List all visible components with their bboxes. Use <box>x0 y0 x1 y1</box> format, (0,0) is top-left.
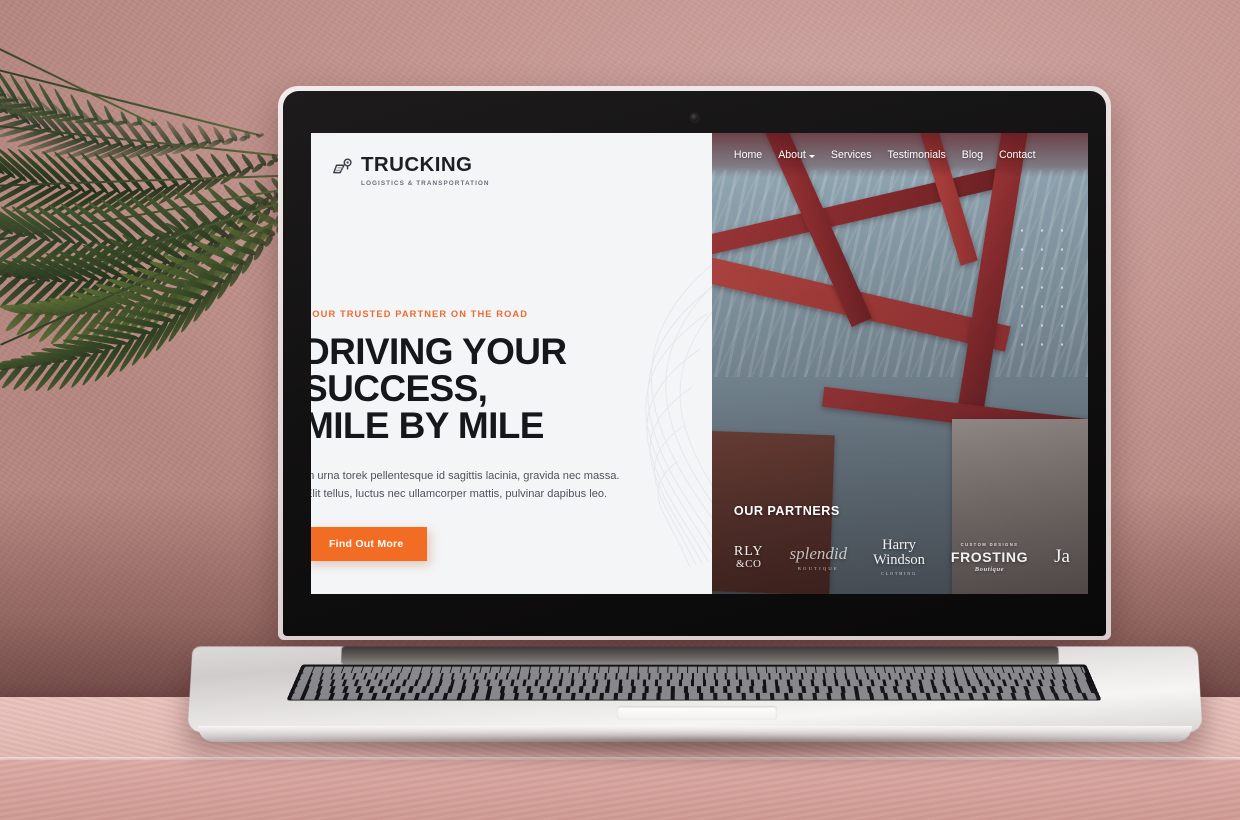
brand-name: TRUCKING <box>361 153 473 176</box>
frond-leaflet <box>130 120 140 127</box>
page-title: DRIVING YOUR SUCCESS, MILE BY MILE <box>311 331 567 446</box>
nav-item-testimonials[interactable]: Testimonials <box>888 149 946 161</box>
hero-right-photo-panel: Home About Services Testimonials Blog Contact… <box>711 133 1088 594</box>
nav-item-label: Blog <box>961 149 983 161</box>
hero-left-panel: TRUCKING LOGISTICS & TRANSPORTATION YOUR… <box>311 133 712 594</box>
mockup-scene: TRUCKING LOGISTICS & TRANSPORTATION YOUR… <box>0 0 1240 820</box>
screen-bezel: TRUCKING LOGISTICS & TRANSPORTATION YOUR… <box>283 91 1106 636</box>
website-viewport: TRUCKING LOGISTICS & TRANSPORTATION YOUR… <box>311 133 1088 594</box>
brand-tagline: LOGISTICS & TRANSPORTATION <box>361 179 490 187</box>
partner-logo-rly-and-co[interactable]: RLY &CO <box>733 543 764 570</box>
partners-title: OUR PARTNERS <box>733 504 840 519</box>
laptop-lid: TRUCKING LOGISTICS & TRANSPORTATION YOUR… <box>278 86 1111 640</box>
partner-frosting-line2: FROSTING <box>950 548 1029 565</box>
nav-item-contact[interactable]: Contact <box>999 149 1036 161</box>
nav-item-home[interactable]: Home <box>734 149 762 161</box>
laptop-base <box>187 634 1203 766</box>
partner-splendid-line2: BOUTIQUE <box>797 565 839 571</box>
partner-harry-line3: CLOTHING <box>881 570 917 576</box>
partner-frosting-line1: CUSTOM DESIGNS <box>960 541 1019 547</box>
partner-logo-splendid[interactable]: splendid BOUTIQUE <box>790 544 848 571</box>
partner-rly-line1: RLY <box>733 543 764 559</box>
chevron-down-icon <box>808 154 815 158</box>
webcam-icon <box>691 114 698 121</box>
main-navigation: Home About Services Testimonials Blog Contact <box>711 133 1088 177</box>
partner-harry-line2: Windson <box>873 552 925 569</box>
base-drop-shadow <box>200 738 1190 764</box>
frond-leaflet <box>111 119 126 127</box>
truck-route-pin-icon <box>333 158 352 174</box>
laptop-screen: TRUCKING LOGISTICS & TRANSPORTATION YOUR… <box>311 133 1088 594</box>
hero-eyebrow: YOUR TRUSTED PARTNER ON THE ROAD <box>311 309 529 319</box>
hero-description: In urna torek pellentesque id sagittis l… <box>311 470 620 501</box>
hero-content: YOUR TRUSTED PARTNER ON THE ROAD DRIVING… <box>311 309 712 562</box>
nav-item-services[interactable]: Services <box>831 149 872 161</box>
trackpad[interactable] <box>616 705 778 720</box>
site-logo[interactable]: TRUCKING LOGISTICS & TRANSPORTATION <box>332 153 490 187</box>
partner-harry-line1: Harry <box>882 537 916 554</box>
nav-item-label: Testimonials <box>887 149 946 161</box>
partner-logo-row: RLY &CO splendid BOUTIQUE Harry Windson … <box>734 538 1088 576</box>
partner-splendid-line1: splendid <box>789 543 848 563</box>
partner-logo-ja[interactable]: Ja <box>1054 546 1070 568</box>
brand-text-block: TRUCKING LOGISTICS & TRANSPORTATION <box>361 153 490 187</box>
laptop-hinge <box>341 646 1059 665</box>
laptop: TRUCKING LOGISTICS & TRANSPORTATION YOUR… <box>187 86 1203 766</box>
nav-item-blog[interactable]: Blog <box>962 149 983 161</box>
keyboard-row <box>290 692 1098 700</box>
nav-item-label: About <box>778 149 806 161</box>
partner-logo-harry-windson[interactable]: Harry Windson CLOTHING <box>873 538 925 576</box>
table-front-edge <box>0 760 1240 820</box>
keyboard-row <box>293 686 1095 693</box>
partner-logo-frosting[interactable]: CUSTOM DESIGNS FROSTING Boutique <box>951 542 1028 573</box>
find-out-more-button[interactable]: Find Out More <box>311 527 428 562</box>
partner-frosting-line3: Boutique <box>974 565 1005 573</box>
partners-section: OUR PARTNERS RLY &CO splendid BOUTIQUE H… <box>734 504 1088 576</box>
nav-item-label: Home <box>733 149 763 161</box>
nav-item-label: Services <box>830 149 872 161</box>
nav-item-about[interactable]: About <box>778 149 815 161</box>
nav-item-label: Contact <box>999 149 1036 161</box>
base-body <box>187 646 1203 732</box>
partner-rly-line2: &CO <box>736 557 762 570</box>
table-edge-texture <box>0 760 1240 820</box>
keyboard <box>286 664 1102 701</box>
